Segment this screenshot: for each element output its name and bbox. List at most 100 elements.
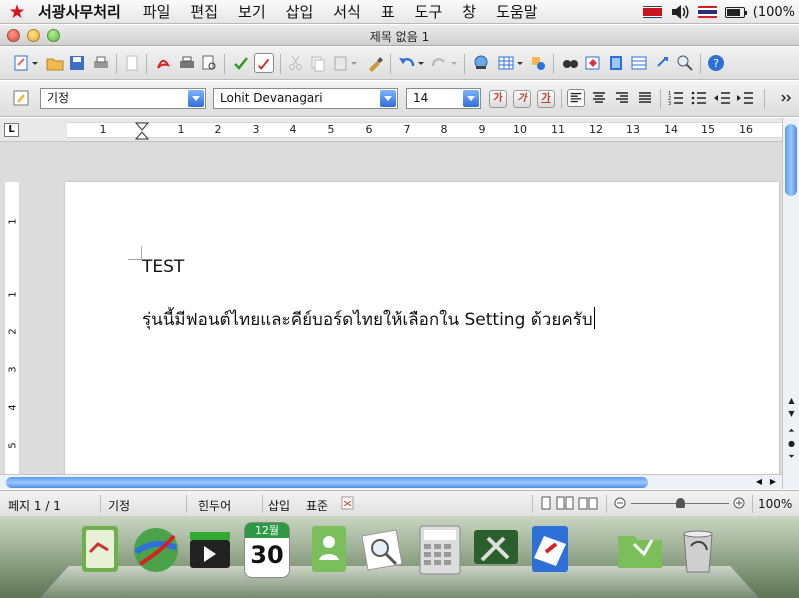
trash-icon[interactable]	[672, 522, 724, 578]
redo-icon[interactable]	[430, 54, 448, 72]
selection-mode-indicator[interactable]: 표준	[306, 497, 328, 514]
gallery-icon[interactable]	[607, 54, 625, 72]
horizontal-scroll-thumb[interactable]	[6, 477, 648, 488]
video-player-icon[interactable]	[184, 522, 236, 578]
thai-keyboard-flag-icon[interactable]	[697, 6, 717, 18]
zoom-slider-knob[interactable]	[676, 498, 685, 508]
page-indicator[interactable]: 페지 1 / 1	[8, 497, 61, 514]
align-left-icon[interactable]	[567, 89, 585, 107]
scroll-left-icon[interactable]: ◀	[752, 476, 766, 488]
font-name-select[interactable]: Lohit Devanagari	[213, 88, 398, 109]
undo-icon[interactable]	[398, 54, 416, 72]
copy-icon[interactable]	[309, 54, 327, 72]
book-view-icon[interactable]	[578, 496, 598, 510]
address-book-icon[interactable]	[302, 522, 354, 578]
toolbar-overflow-icon[interactable]	[780, 89, 794, 107]
tab-stop-type-button[interactable]: L	[4, 123, 19, 137]
document-line-2[interactable]: รุ่นนี้มีฟอนต์ไทยและคีย์บอร์ดไทยให้เลือก…	[142, 306, 595, 333]
spellcheck-icon[interactable]	[232, 54, 250, 72]
menu-file[interactable]: 파일	[143, 1, 171, 22]
ruler-scale[interactable]: 1 1 2 3 4 5 6 7 8 9 10 11 12 13 14 15 16	[67, 122, 783, 140]
align-center-icon[interactable]	[590, 89, 608, 107]
save-icon[interactable]	[68, 54, 86, 72]
vertical-ruler[interactable]: 1 1 2 3 4 5	[4, 182, 20, 474]
scroll-down-icon[interactable]: ▼	[785, 408, 798, 419]
decrease-indent-icon[interactable]	[713, 89, 731, 107]
chevron-down-icon[interactable]	[188, 90, 204, 107]
navigation-icon[interactable]: ●	[785, 438, 798, 449]
chevron-down-icon[interactable]	[463, 90, 479, 107]
language-indicator[interactable]: 힌두어	[198, 497, 231, 514]
open-folder-icon[interactable]	[46, 54, 64, 72]
align-right-icon[interactable]	[613, 89, 631, 107]
clone-formatting-icon[interactable]	[366, 54, 384, 72]
styles-formatting-icon[interactable]	[12, 89, 30, 107]
document-line-2-text[interactable]: รุ่นนี้มีฟอนต์ไทยและคีย์บอร์ดไทยให้เลือก…	[142, 310, 593, 330]
chevron-down-icon[interactable]	[380, 90, 396, 107]
menu-window[interactable]: 창	[462, 1, 476, 22]
cut-icon[interactable]	[287, 54, 305, 72]
insert-mode-indicator[interactable]: 삽입	[268, 497, 290, 514]
scroll-up-icon[interactable]: ▲	[785, 395, 798, 406]
single-page-view-icon[interactable]	[539, 496, 553, 510]
word-processor-icon[interactable]	[526, 522, 578, 578]
navigator-icon[interactable]	[584, 54, 602, 72]
autospellcheck-icon[interactable]	[254, 53, 274, 73]
system-settings-icon[interactable]	[470, 522, 522, 578]
next-page-icon[interactable]: ⏷	[785, 451, 798, 462]
redo-dropdown-icon[interactable]	[450, 54, 458, 72]
menu-insert[interactable]: 삽입	[286, 1, 314, 22]
new-dropdown-icon[interactable]	[31, 54, 39, 72]
numbering-icon[interactable]: 123	[667, 89, 685, 107]
paste-icon[interactable]	[332, 54, 350, 72]
document-line-1[interactable]: TEST	[142, 257, 184, 277]
data-sources-icon[interactable]	[630, 54, 648, 72]
documents-folder-icon[interactable]	[614, 522, 666, 578]
document-modified-icon[interactable]	[341, 496, 354, 510]
horizontal-scrollbar[interactable]: ◀ ▶	[0, 474, 782, 489]
edit-file-icon[interactable]	[123, 54, 141, 72]
print-preview-icon[interactable]	[92, 54, 110, 72]
hyperlink-icon[interactable]	[472, 54, 490, 72]
red-star-logo-icon[interactable]: ★	[6, 1, 28, 23]
menu-table[interactable]: 표	[381, 1, 395, 22]
export-pdf-icon[interactable]	[154, 54, 172, 72]
increase-indent-icon[interactable]	[736, 89, 754, 107]
font-size-select[interactable]: 14	[406, 88, 481, 109]
battery-icon[interactable]	[724, 6, 747, 18]
print-icon[interactable]	[178, 54, 196, 72]
zoom-out-icon[interactable]	[614, 497, 626, 509]
finder-folder-icon[interactable]	[76, 522, 128, 578]
calendar-icon[interactable]: 12월 30	[244, 522, 290, 578]
underline-button[interactable]: 가	[537, 90, 555, 108]
calculator-icon[interactable]	[414, 522, 466, 578]
table-dropdown-icon[interactable]	[516, 54, 524, 72]
document-page[interactable]: TEST รุ่นนี้มีฟอนต์ไทยและคีย์บอร์ดไทยให้…	[65, 182, 779, 474]
nonprinting-characters-icon[interactable]	[654, 54, 672, 72]
indent-marker-icon[interactable]	[135, 122, 149, 140]
volume-icon[interactable]	[670, 4, 690, 20]
app-name-menu[interactable]: 서광사무처리	[38, 1, 121, 22]
previous-page-icon[interactable]: ⏶	[785, 425, 798, 436]
bold-button[interactable]: 가	[489, 90, 507, 108]
paste-dropdown-icon[interactable]	[350, 54, 358, 72]
bullets-icon[interactable]	[690, 89, 708, 107]
menu-help[interactable]: 도움말	[496, 1, 537, 22]
menu-view[interactable]: 보기	[238, 1, 266, 22]
page-preview-icon[interactable]	[200, 54, 218, 72]
undo-dropdown-icon[interactable]	[417, 54, 425, 72]
multi-page-view-icon[interactable]	[556, 496, 574, 510]
justify-icon[interactable]	[636, 89, 654, 107]
insert-table-icon[interactable]	[497, 54, 515, 72]
italic-button[interactable]: 가	[513, 90, 531, 108]
menu-edit[interactable]: 편집	[190, 1, 218, 22]
new-document-icon[interactable]	[12, 54, 30, 72]
vertical-scroll-thumb[interactable]	[785, 124, 797, 196]
zoom-level[interactable]: 100%	[758, 497, 792, 511]
menu-format[interactable]: 서식	[333, 1, 361, 22]
zoom-in-icon[interactable]	[733, 497, 745, 509]
zoom-icon[interactable]	[676, 54, 694, 72]
vertical-scrollbar[interactable]: ▲ ▼ ⏶ ● ⏷	[782, 118, 799, 489]
show-draw-functions-icon[interactable]	[529, 54, 547, 72]
style-indicator[interactable]: 기정	[108, 497, 130, 514]
